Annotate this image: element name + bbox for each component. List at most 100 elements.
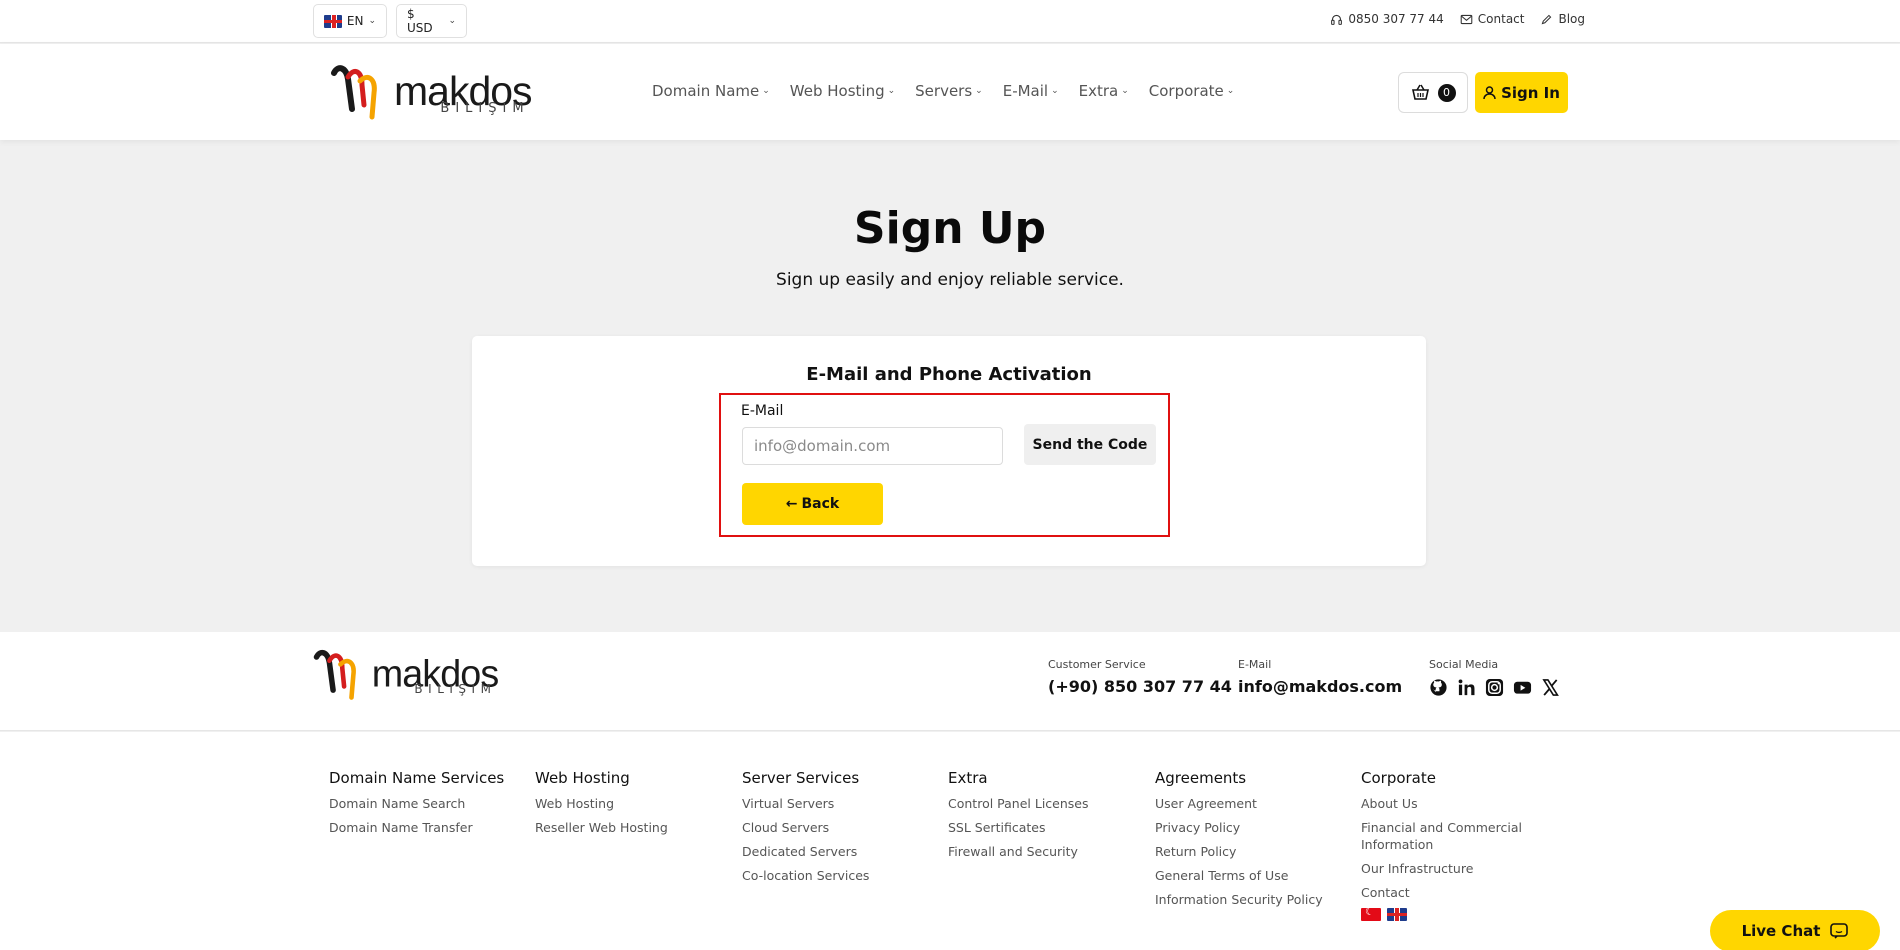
nav-domain-name[interactable]: Domain Name ⌄ (652, 82, 770, 100)
email-label: E-Mail (741, 403, 784, 419)
sign-in-label: Sign In (1501, 83, 1560, 102)
footer-logo[interactable]: makdos BILIŞIM (311, 646, 499, 701)
blog-link[interactable]: Blog (1540, 12, 1585, 26)
footer-link[interactable]: Virtual Servers (742, 795, 937, 812)
footer-link[interactable]: Dedicated Servers (742, 843, 937, 860)
uk-flag-icon[interactable] (1387, 908, 1407, 921)
nav-extra[interactable]: Extra ⌄ (1079, 82, 1129, 100)
blog-text: Blog (1558, 12, 1585, 26)
youtube-icon[interactable] (1513, 678, 1532, 697)
email-field[interactable] (742, 427, 1003, 465)
github-icon[interactable] (1429, 678, 1448, 697)
send-code-button[interactable]: Send the Code (1024, 424, 1156, 465)
uk-flag-icon (324, 14, 342, 28)
customer-service-caption: Customer Service (1048, 658, 1146, 671)
brand-logo[interactable]: makdos BILIŞIM (328, 61, 533, 121)
chevron-down-icon: ⌄ (448, 16, 456, 26)
currency-label: $ USD (407, 7, 433, 35)
footer-col-title: Agreements (1155, 769, 1247, 787)
footer-link[interactable]: Co-location Services (742, 867, 937, 884)
footer-link[interactable]: Control Panel Licenses (948, 795, 1143, 812)
email-caption: E-Mail (1238, 658, 1272, 671)
footer-link[interactable]: Cloud Servers (742, 819, 937, 836)
footer-email[interactable]: info@makdos.com (1238, 677, 1402, 696)
footer-link[interactable]: About Us (1361, 795, 1556, 812)
footer-link[interactable]: General Terms of Use (1155, 867, 1350, 884)
activation-card: E-Mail and Phone Activation E-Mail Send … (472, 336, 1426, 566)
chevron-down-icon: ⌄ (368, 16, 376, 26)
headset-icon (1331, 14, 1343, 25)
footer-link[interactable]: Financial and Commercial Information (1361, 819, 1556, 853)
chevron-down-icon: ⌄ (975, 86, 983, 96)
chevron-down-icon: ⌄ (1051, 86, 1059, 96)
back-button[interactable]: ← Back (742, 483, 883, 525)
mail-icon (1460, 14, 1473, 24)
top-links: 0850 307 77 44 Contact Blog (1330, 12, 1585, 26)
language-label: EN (346, 14, 364, 28)
linkedin-icon[interactable] (1457, 678, 1476, 697)
footer-col-corporate: Corporate About Us Financial and Commerc… (1361, 769, 1556, 921)
arrow-left-icon: ← (785, 496, 798, 512)
customer-service-phone[interactable]: (+90) 850 307 77 44 (1048, 677, 1232, 696)
logo-mark-icon (328, 61, 396, 121)
footer-col-title: Extra (948, 769, 988, 787)
social-caption: Social Media (1429, 658, 1499, 671)
live-chat-button[interactable]: Live Chat (1710, 910, 1880, 950)
footer-col-title: Corporate (1361, 769, 1436, 787)
phone-text: 0850 307 77 44 (1348, 12, 1444, 26)
footer-col-title: Server Services (742, 769, 860, 787)
contact-link[interactable]: Contact (1460, 12, 1525, 26)
nav-servers[interactable]: Servers ⌄ (915, 82, 983, 100)
footer-link[interactable]: Our Infrastructure (1361, 860, 1556, 877)
turkey-flag-icon[interactable] (1361, 905, 1381, 921)
top-utility-bar: EN ⌄ $ USD ⌄ 0850 307 77 44 Contact Blog (0, 0, 1900, 43)
footer-col-extra: Extra Control Panel Licenses SSL Sertifi… (948, 769, 1143, 867)
phone-link[interactable]: 0850 307 77 44 (1330, 12, 1444, 26)
language-selector[interactable]: EN ⌄ (313, 4, 387, 38)
card-title: E-Mail and Phone Activation (806, 364, 1092, 385)
currency-selector[interactable]: $ USD ⌄ (396, 4, 467, 38)
customer-service-block: Customer Service (+90) 850 307 77 44 (1048, 658, 1232, 696)
chevron-down-icon: ⌄ (1226, 86, 1235, 96)
live-chat-label: Live Chat (1741, 922, 1821, 940)
chat-icon (1830, 923, 1849, 939)
page-title: Sign Up (853, 203, 1047, 254)
page-subtitle: Sign up easily and enjoy reliable servic… (776, 270, 1124, 290)
chevron-down-icon: ⌄ (1121, 86, 1129, 96)
footer-link[interactable]: Contact (1361, 884, 1556, 901)
nav-web-hosting[interactable]: Web Hosting ⌄ (790, 82, 895, 100)
footer-col-title: Domain Name Services (329, 769, 505, 787)
social-block: Social Media (1429, 658, 1560, 697)
email-block: E-Mail info@makdos.com (1238, 658, 1402, 696)
brand-sub: BILIŞIM (440, 100, 530, 116)
cart-button[interactable]: 0 (1398, 72, 1468, 113)
language-flags (1361, 905, 1556, 921)
nav-email[interactable]: E-Mail ⌄ (1003, 82, 1059, 100)
basket-icon (1411, 84, 1429, 100)
sign-in-button[interactable]: Sign In (1475, 72, 1568, 113)
footer-link[interactable]: Return Policy (1155, 843, 1350, 860)
instagram-icon[interactable] (1485, 678, 1504, 697)
footer-link[interactable]: SSL Sertificates (948, 819, 1143, 836)
cart-count-badge: 0 (1437, 83, 1456, 102)
chevron-down-icon: ⌄ (762, 86, 770, 96)
footer-links: Domain Name Services Domain Name Search … (0, 732, 1900, 950)
footer-link[interactable]: Reseller Web Hosting (535, 819, 730, 836)
footer-link[interactable]: Privacy Policy (1155, 819, 1350, 836)
footer-link[interactable]: Domain Name Search (329, 795, 524, 812)
nav-corporate[interactable]: Corporate ⌄ (1149, 82, 1235, 100)
footer-link[interactable]: User Agreement (1155, 795, 1350, 812)
footer-col-hosting: Web Hosting Web Hosting Reseller Web Hos… (535, 769, 730, 843)
x-icon[interactable] (1541, 678, 1560, 697)
footer-link[interactable]: Firewall and Security (948, 843, 1143, 860)
pencil-icon (1542, 14, 1552, 24)
footer-col-agreements: Agreements User Agreement Privacy Policy… (1155, 769, 1350, 915)
footer-col-servers: Server Services Virtual Servers Cloud Se… (742, 769, 937, 891)
footer-link[interactable]: Domain Name Transfer (329, 819, 524, 836)
footer-contact-bar: makdos BILIŞIM Customer Service (+90) 85… (0, 632, 1900, 731)
footer-link[interactable]: Web Hosting (535, 795, 730, 812)
contact-text: Contact (1477, 12, 1525, 26)
back-label: Back (801, 496, 840, 512)
footer-link[interactable]: Information Security Policy (1155, 891, 1350, 908)
footer-col-title: Web Hosting (535, 769, 630, 787)
